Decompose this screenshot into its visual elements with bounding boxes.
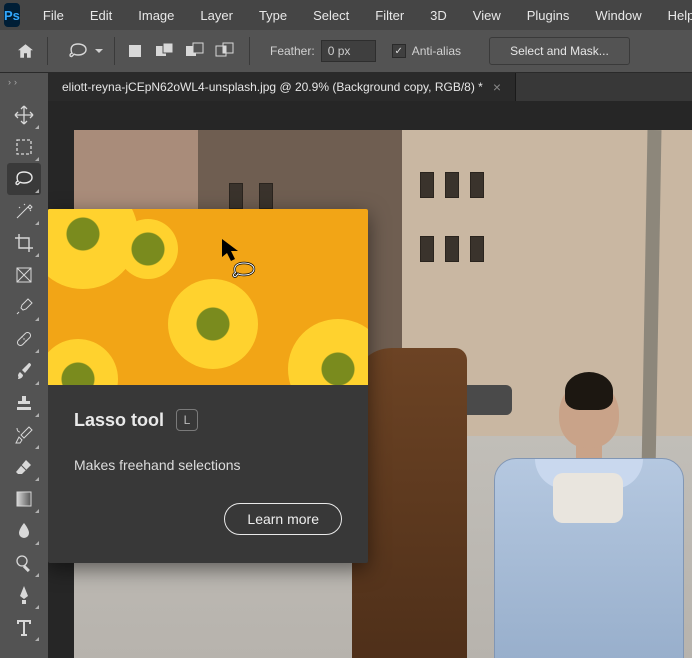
menu-image[interactable]: Image: [125, 8, 187, 23]
menu-window[interactable]: Window: [582, 8, 654, 23]
droplet-icon: [16, 521, 32, 541]
active-tool-indicator[interactable]: [58, 37, 115, 65]
tooltip-preview: [48, 209, 368, 385]
menu-view[interactable]: View: [460, 8, 514, 23]
menu-3d[interactable]: 3D: [417, 8, 460, 23]
cursor-demo-icon: [220, 237, 264, 281]
crop-tool[interactable]: [7, 227, 41, 259]
bandage-icon: [14, 329, 34, 349]
type-icon: [15, 618, 33, 636]
gradient-icon: [15, 490, 33, 508]
marquee-icon: [15, 138, 33, 156]
lasso-tool[interactable]: [7, 163, 41, 195]
chevron-down-icon: [94, 46, 104, 56]
gradient-tool[interactable]: [7, 483, 41, 515]
selection-intersect-icon[interactable]: [215, 41, 235, 61]
move-tool[interactable]: [7, 99, 41, 131]
brush-tool[interactable]: [7, 355, 41, 387]
home-icon: [18, 42, 33, 60]
close-icon[interactable]: ×: [493, 79, 501, 95]
tab-label: eliott-reyna-jCEpN62oWL4-unsplash.jpg @ …: [62, 80, 483, 94]
frame-tool[interactable]: [7, 259, 41, 291]
panel-collapse-strip[interactable]: ››: [0, 73, 48, 91]
select-and-mask-button[interactable]: Select and Mask...: [489, 37, 630, 65]
healing-brush-tool[interactable]: [7, 323, 41, 355]
selection-add-icon[interactable]: [155, 41, 175, 61]
document-tab[interactable]: eliott-reyna-jCEpN62oWL4-unsplash.jpg @ …: [48, 73, 516, 101]
blur-tool[interactable]: [7, 515, 41, 547]
marquee-tool[interactable]: [7, 131, 41, 163]
stamp-icon: [14, 393, 34, 413]
lasso-icon: [14, 170, 34, 188]
dodge-tool[interactable]: [7, 547, 41, 579]
feather-label: Feather:: [270, 44, 315, 58]
home-button[interactable]: [18, 37, 48, 65]
pen-tool[interactable]: [7, 579, 41, 611]
menu-plugins[interactable]: Plugins: [514, 8, 583, 23]
anti-alias-label: Anti-alias: [412, 44, 461, 58]
brush-icon: [14, 361, 34, 381]
menu-file[interactable]: File: [30, 8, 77, 23]
menu-select[interactable]: Select: [300, 8, 362, 23]
anti-alias-group[interactable]: ✓ Anti-alias: [392, 44, 461, 58]
history-brush-icon: [14, 425, 34, 445]
menu-bar: Ps File Edit Image Layer Type Select Fil…: [0, 0, 692, 30]
tools-panel: [0, 91, 48, 658]
dodge-icon: [14, 553, 34, 573]
menu-help[interactable]: Help: [655, 8, 692, 23]
clone-stamp-tool[interactable]: [7, 387, 41, 419]
crop-icon: [14, 233, 34, 253]
eraser-icon: [14, 457, 34, 477]
selection-new-icon[interactable]: [125, 41, 145, 61]
selection-subtract-icon[interactable]: [185, 41, 205, 61]
lasso-icon: [68, 42, 88, 60]
selection-boolean-group: [125, 37, 250, 65]
type-tool[interactable]: [7, 611, 41, 643]
menu-type[interactable]: Type: [246, 8, 300, 23]
tab-bar: eliott-reyna-jCEpN62oWL4-unsplash.jpg @ …: [48, 73, 692, 101]
checkbox-icon: ✓: [392, 44, 406, 58]
eraser-tool[interactable]: [7, 451, 41, 483]
eyedropper-tool[interactable]: [7, 291, 41, 323]
feather-group: Feather:: [270, 40, 376, 62]
feather-input[interactable]: [321, 40, 376, 62]
tooltip-desc: Makes freehand selections: [74, 457, 342, 473]
app-logo: Ps: [4, 3, 20, 27]
menu-edit[interactable]: Edit: [77, 8, 125, 23]
tooltip-shortcut: L: [176, 409, 198, 431]
frame-icon: [15, 266, 33, 284]
history-brush-tool[interactable]: [7, 419, 41, 451]
menu-layer[interactable]: Layer: [187, 8, 246, 23]
eyedropper-icon: [15, 298, 33, 316]
move-icon: [14, 105, 34, 125]
tooltip-title: Lasso tool: [74, 410, 164, 431]
options-bar: Feather: ✓ Anti-alias Select and Mask...: [0, 30, 692, 73]
menu-filter[interactable]: Filter: [362, 8, 417, 23]
pen-icon: [15, 585, 33, 605]
learn-more-button[interactable]: Learn more: [224, 503, 342, 535]
document-area: eliott-reyna-jCEpN62oWL4-unsplash.jpg @ …: [48, 73, 692, 658]
tool-tooltip: Lasso tool L Makes freehand selections L…: [48, 209, 368, 563]
quick-selection-tool[interactable]: [7, 195, 41, 227]
magic-wand-icon: [14, 201, 34, 221]
canvas-viewport[interactable]: Lasso tool L Makes freehand selections L…: [48, 101, 692, 658]
